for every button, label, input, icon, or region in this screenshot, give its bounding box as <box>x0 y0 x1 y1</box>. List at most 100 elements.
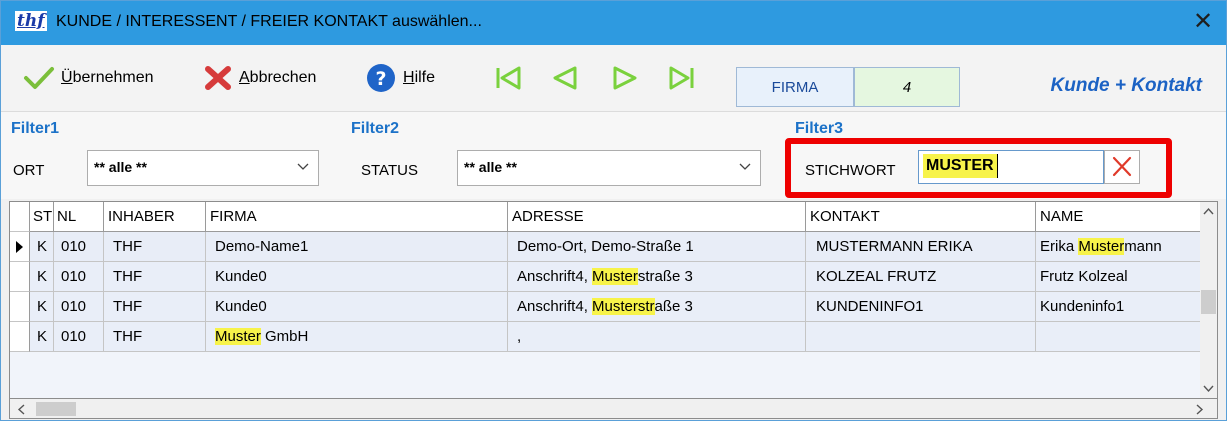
vertical-scroll-thumb[interactable] <box>1201 290 1216 314</box>
filter2-title: Filter2 <box>351 120 400 137</box>
record-count-box: 4 <box>854 67 960 107</box>
next-record-icon[interactable] <box>610 63 640 93</box>
cell-inhaber: THF <box>104 262 206 292</box>
scroll-up-icon[interactable] <box>1202 206 1215 216</box>
first-record-icon[interactable] <box>493 63 523 93</box>
horizontal-scroll-thumb[interactable] <box>36 402 76 416</box>
cell-nl: 010 <box>54 322 104 352</box>
table-row[interactable]: K 010 THF Muster GmbH , <box>10 322 1201 352</box>
accept-button[interactable]: Übernehmen <box>23 63 154 93</box>
cell-st: K <box>30 322 54 352</box>
cell-firma: Muster GmbH <box>206 322 508 352</box>
filter1-title: Filter1 <box>11 120 60 137</box>
cell-text: Demo-Name1 <box>215 238 309 255</box>
cell-firma: Demo-Name1 <box>206 232 508 262</box>
clear-keyword-button[interactable] <box>1104 150 1140 184</box>
results-table: ST NL INHABER FIRMA ADRESSE KONTAKT NAME… <box>9 201 1218 399</box>
help-label: Hilfe <box>403 69 436 86</box>
cell-nl: 010 <box>54 232 104 262</box>
caret-right-icon <box>16 241 23 253</box>
close-icon <box>1112 156 1132 177</box>
match-highlight: Musterstr <box>592 298 655 315</box>
cell-text: Anschrift4, <box>517 268 593 285</box>
cross-icon <box>205 66 231 90</box>
vertical-scrollbar[interactable] <box>1200 202 1217 398</box>
row-indicator <box>10 292 30 322</box>
ort-select[interactable]: ** alle ** <box>87 150 319 186</box>
filter1-label: ORT <box>13 162 45 179</box>
close-icon[interactable]: ✕ <box>1188 7 1218 37</box>
cell-text: Demo-Ort, Demo-Straße 1 <box>517 238 694 255</box>
column-header-name[interactable]: NAME <box>1036 202 1201 232</box>
column-header-nl[interactable]: NL <box>54 202 104 232</box>
cancel-button[interactable]: Abbrechen <box>203 63 316 93</box>
column-header-kontakt[interactable]: KONTAKT <box>806 202 1036 232</box>
cell-name: Erika Mustermann <box>1036 232 1201 262</box>
column-header-inhaber[interactable]: INHABER <box>104 202 206 232</box>
cell-adresse: Anschrift4, Musterstraße 3 <box>508 262 806 292</box>
status-select-value: ** alle ** <box>464 159 517 175</box>
table-row[interactable]: K 010 THF Kunde0 Anschrift4, Musterstraß… <box>10 262 1201 292</box>
cell-text: Frutz Kolzeal <box>1040 268 1128 285</box>
column-header-adresse[interactable]: ADRESSE <box>508 202 806 232</box>
scroll-left-icon[interactable] <box>16 403 26 416</box>
match-highlight: Muster <box>592 268 638 285</box>
checkmark-icon <box>24 67 54 89</box>
cell-text: mann <box>1124 238 1162 255</box>
cell-adresse: Anschrift4, Musterstraße 3 <box>508 292 806 322</box>
cell-firma: Kunde0 <box>206 292 508 322</box>
match-highlight: Muster <box>1078 238 1125 255</box>
row-indicator <box>10 262 30 292</box>
cell-text: , <box>517 328 522 345</box>
last-record-icon[interactable] <box>667 63 697 93</box>
status-select[interactable]: ** alle ** <box>457 150 761 186</box>
app-logo: thf <box>15 11 47 31</box>
cell-name <box>1036 322 1201 352</box>
filter2-label: STATUS <box>361 162 418 179</box>
cell-name: Frutz Kolzeal <box>1036 262 1201 292</box>
cell-text: Kunde0 <box>215 268 267 285</box>
filter-panel: Filter1 ORT ** alle ** Filter2 STATUS **… <box>1 111 1226 199</box>
match-highlight: Muster <box>215 328 261 345</box>
column-header-firma[interactable]: FIRMA <box>206 202 508 232</box>
cell-inhaber: THF <box>104 322 206 352</box>
cell-nl: 010 <box>54 262 104 292</box>
current-row-indicator <box>10 232 30 262</box>
chevron-down-icon <box>297 163 309 170</box>
scroll-down-icon[interactable] <box>1202 384 1215 394</box>
title-bar: thf KUNDE / INTERESSENT / FREIER KONTAKT… <box>1 1 1226 45</box>
scroll-right-icon[interactable] <box>1195 403 1205 416</box>
horizontal-scrollbar[interactable] <box>9 399 1218 419</box>
column-header-st[interactable]: ST <box>30 202 54 232</box>
table-row[interactable]: K 010 THF Kunde0 Anschrift4, Musterstraß… <box>10 292 1201 322</box>
help-button[interactable]: ? Hilfe <box>365 63 435 93</box>
table-row[interactable]: K 010 THF Demo-Name1 Demo-Ort, Demo-Stra… <box>10 232 1201 262</box>
cell-text: Kunde0 <box>215 298 267 315</box>
svg-text:?: ? <box>375 68 386 90</box>
cell-text: straße 3 <box>637 268 693 285</box>
cell-nl: 010 <box>54 292 104 322</box>
cell-text: Anschrift4, <box>517 298 593 315</box>
cell-st: K <box>30 292 54 322</box>
mode-label: Kunde + Kontakt <box>1050 75 1202 96</box>
cell-kontakt: KUNDENINFO1 <box>806 292 1036 322</box>
cell-text: Kundeninfo1 <box>1040 298 1125 315</box>
cell-kontakt <box>806 322 1036 352</box>
cell-text: Erika <box>1040 238 1079 255</box>
cell-adresse: Demo-Ort, Demo-Straße 1 <box>508 232 806 262</box>
row-indicator <box>10 322 30 352</box>
cell-st: K <box>30 232 54 262</box>
cell-text: GmbH <box>260 328 309 345</box>
filter3-label: STICHWORT <box>805 162 896 179</box>
sort-field-box[interactable]: FIRMA <box>736 67 854 107</box>
previous-record-icon[interactable] <box>550 63 580 93</box>
cell-inhaber: THF <box>104 232 206 262</box>
cell-inhaber: THF <box>104 292 206 322</box>
cell-text: aße 3 <box>654 298 693 315</box>
table-body: ST NL INHABER FIRMA ADRESSE KONTAKT NAME… <box>10 202 1201 398</box>
cancel-label: Abbrechen <box>239 69 317 86</box>
keyword-input[interactable]: MUSTER <box>918 150 1104 184</box>
cell-kontakt: MUSTERMANN ERIKA <box>806 232 1036 262</box>
header-indicator <box>10 202 30 232</box>
toolbar: Übernehmen Abbrechen ? Hilfe FIRMA 4 Kun… <box>1 45 1226 111</box>
